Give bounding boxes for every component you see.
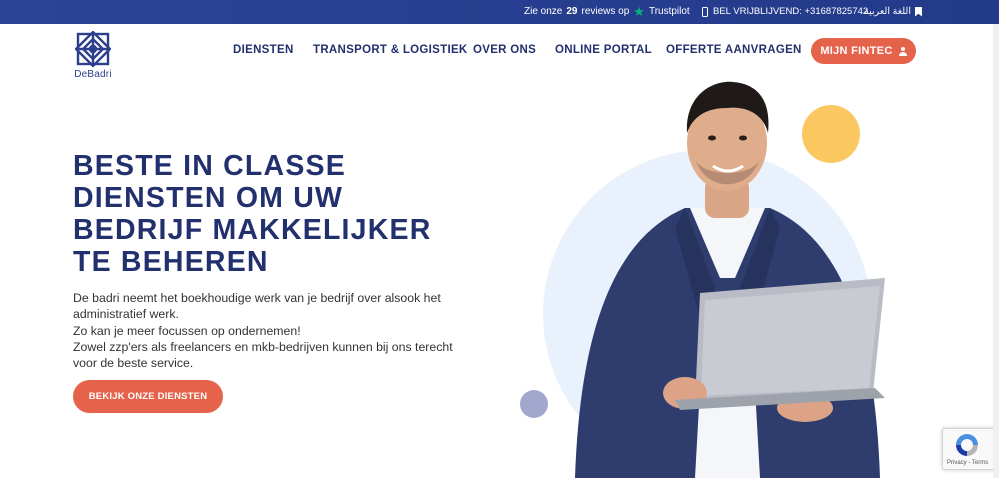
logo-mark-icon: [75, 31, 111, 67]
logo[interactable]: DeBadri: [73, 31, 113, 80]
hero-title-line: BEDRIJF MAKKELIJKER: [73, 214, 432, 246]
decorative-circle-grey: [520, 390, 548, 418]
top-bar: Zie onze 29 reviews op ★ Trustpilot BEL …: [0, 0, 999, 24]
logo-name: DeBadri: [74, 69, 112, 80]
bekijk-diensten-button[interactable]: BEKIJK ONZE DIENSTEN: [73, 380, 223, 413]
hero-description: De badri neemt het boekhoudige werk van …: [73, 290, 473, 371]
recaptcha-icon: [956, 434, 978, 456]
nav-over-ons[interactable]: OVER ONS: [473, 44, 536, 56]
reviews-prefix: Zie onze: [524, 6, 563, 17]
user-icon: [898, 46, 907, 56]
recaptcha-badge[interactable]: Privacy - Terms: [942, 428, 999, 470]
hero-person-photo: [575, 81, 885, 478]
language-label: اللغة العربية: [864, 6, 911, 17]
hero-paragraph: De badri neemt het boekhoudige werk van …: [73, 291, 441, 322]
hero-title: BESTE IN CLASSE DIENSTEN OM UW BEDRIJF M…: [73, 150, 473, 278]
reviews-suffix: reviews op: [581, 6, 630, 17]
nav-online-portal[interactable]: ONLINE PORTAL: [555, 44, 652, 56]
nav-offerte-aanvragen[interactable]: OFFERTE AANVRAGEN: [666, 44, 802, 56]
nav-diensten[interactable]: DIENSTEN: [233, 44, 294, 56]
nav-transport-logistiek[interactable]: TRANSPORT & LOGISTIEK: [313, 44, 468, 56]
hero-paragraph: Zowel zzp'ers als freelancers en mkb-bed…: [73, 339, 453, 371]
reviews-count: 29: [566, 6, 578, 17]
scrollbar[interactable]: [993, 24, 999, 478]
phone-link[interactable]: BEL VRIJBLIJVEND: +31687825742: [702, 6, 868, 17]
phone-icon: [702, 6, 708, 17]
trustpilot-reviews-link[interactable]: Zie onze 29 reviews op ★ Trustpilot: [524, 3, 690, 19]
hero-title-line: DIENSTEN OM UW: [73, 182, 344, 214]
trustpilot-label: Trustpilot: [648, 6, 690, 17]
phone-text: BEL VRIJBLIJVEND: +31687825742: [713, 6, 869, 17]
bookmark-icon: [914, 6, 922, 17]
star-icon: ★: [633, 3, 645, 19]
recaptcha-footer[interactable]: Privacy - Terms: [947, 460, 988, 466]
language-switch[interactable]: اللغة العربية: [864, 6, 922, 17]
hero-title-line: BESTE IN CLASSE: [73, 150, 346, 182]
hero-paragraph: Zo kan je meer focussen op ondernemen!: [73, 323, 301, 338]
hero-title-line: TE BEHEREN: [73, 246, 269, 278]
mijn-fintec-label: MIJN FINTEC: [820, 45, 893, 57]
mijn-fintec-button[interactable]: MIJN FINTEC: [811, 38, 916, 64]
